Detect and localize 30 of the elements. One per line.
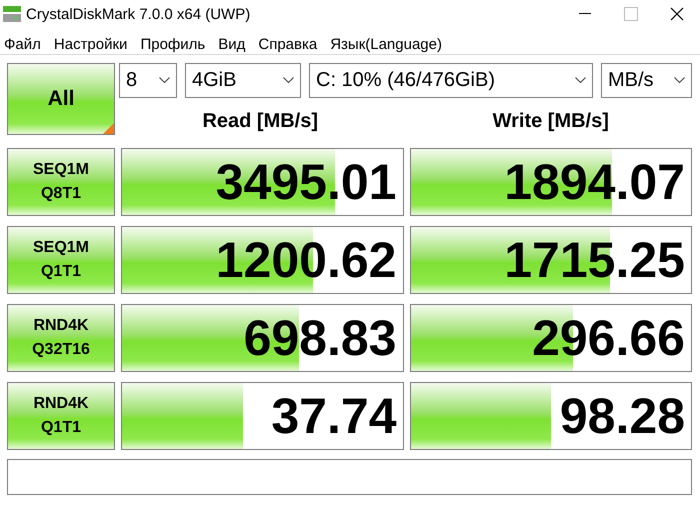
dropdown[interactable]: C: 10% (46/476GiB) xyxy=(309,63,593,98)
test-button[interactable]: SEQ1M Q1T1 xyxy=(7,226,115,294)
menu-item[interactable]: Справка xyxy=(258,36,318,56)
app-icon xyxy=(2,5,22,23)
test-button[interactable]: SEQ1M Q8T1 xyxy=(7,148,115,216)
result-value: 296.66 xyxy=(532,309,685,367)
window-title: CrystalDiskMark 7.0.0 x64 (UWP) xyxy=(26,6,250,22)
chevron-icon xyxy=(283,77,294,84)
column-header: Read [MB/s] xyxy=(202,110,318,132)
menu-item[interactable]: Настройки xyxy=(54,36,128,56)
all-button[interactable]: All xyxy=(7,63,115,135)
menu-item[interactable]: Профиль xyxy=(140,36,206,56)
maximize-icon xyxy=(624,7,638,21)
menu-item[interactable]: Язык(Language) xyxy=(330,36,442,56)
result-value: 698.83 xyxy=(244,309,396,367)
menu-item[interactable]: Вид xyxy=(218,36,246,56)
test-button[interactable]: RND4K Q1T1 xyxy=(7,382,115,450)
dropdown[interactable]: 8 xyxy=(119,63,177,98)
dropdown[interactable]: 4GiB xyxy=(185,63,301,98)
dropdown[interactable]: MB/s xyxy=(601,63,692,98)
close-icon xyxy=(670,7,684,21)
column-header: Write [MB/s] xyxy=(492,110,609,132)
chevron-icon xyxy=(159,77,170,84)
menu-item[interactable]: Файл xyxy=(4,36,41,56)
result-value: 37.74 xyxy=(271,387,396,445)
test-button[interactable]: RND4K Q32T16 xyxy=(7,304,115,372)
chevron-icon xyxy=(674,77,685,84)
chevron-icon xyxy=(575,77,586,84)
minimize-icon xyxy=(579,13,591,15)
result-value: 98.28 xyxy=(560,387,685,445)
